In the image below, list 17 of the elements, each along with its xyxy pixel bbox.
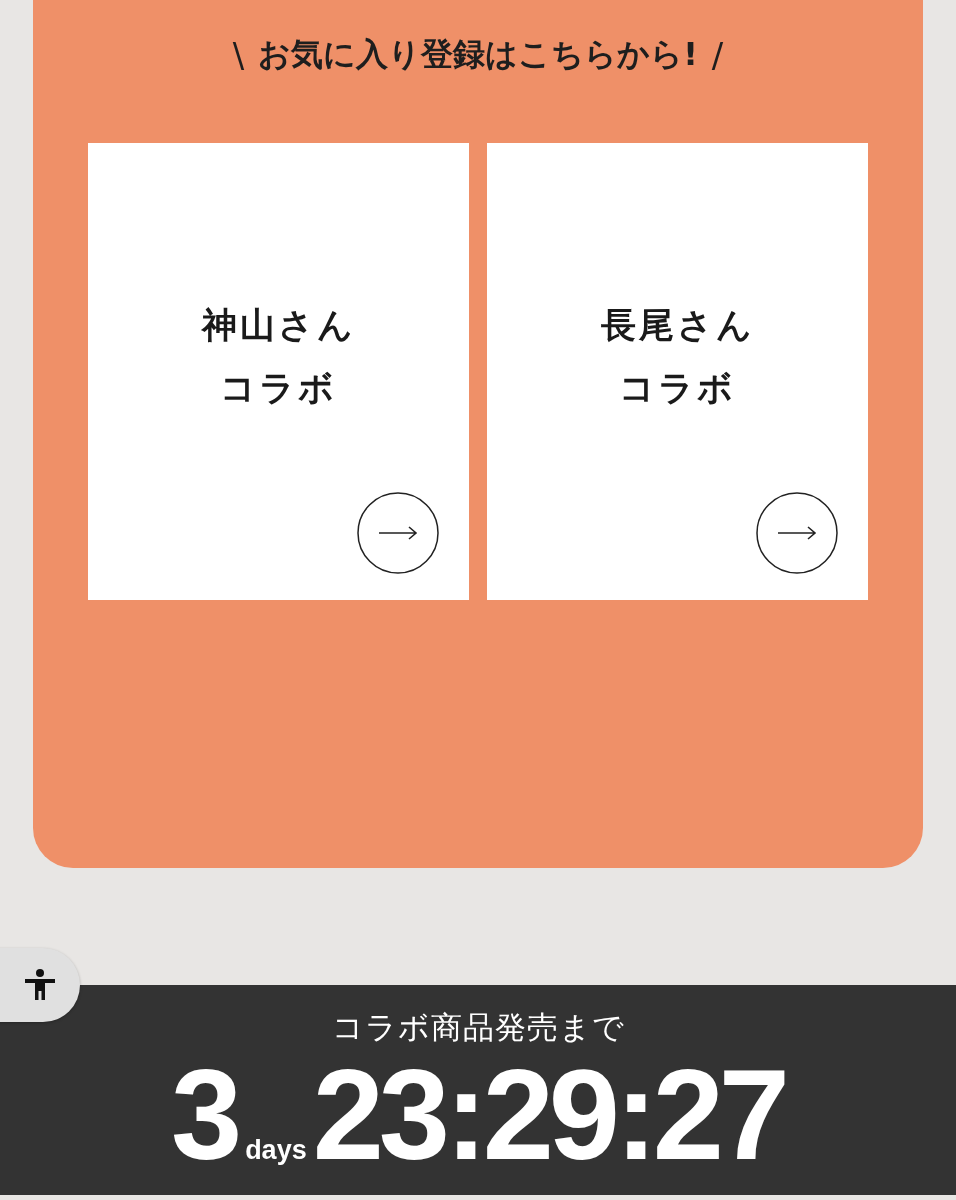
collab-card[interactable]: 長尾さん コラボ bbox=[487, 143, 868, 600]
days-number: 3 bbox=[170, 1051, 238, 1179]
accessibility-icon bbox=[22, 967, 58, 1003]
collab-card[interactable]: 神山さん コラボ bbox=[88, 143, 469, 600]
accessibility-button[interactable] bbox=[0, 948, 80, 1022]
slash-mark: \ bbox=[232, 35, 245, 75]
slash-mark: / bbox=[711, 35, 724, 75]
days-unit: days bbox=[245, 1137, 307, 1164]
arrow-circle-icon[interactable] bbox=[756, 492, 838, 574]
countdown-time: 23:29:27 bbox=[312, 1051, 786, 1179]
arrow-circle-icon[interactable] bbox=[357, 492, 439, 574]
section-heading: お気に入り登録はこちらから! bbox=[258, 34, 698, 75]
countdown-label: コラボ商品発売まで bbox=[331, 1008, 625, 1047]
card-title-line: 神山さん bbox=[201, 303, 356, 347]
card-title-line: 長尾さん bbox=[600, 303, 755, 347]
card-title-line: コラボ bbox=[619, 366, 736, 410]
card-title-line: コラボ bbox=[220, 366, 337, 410]
